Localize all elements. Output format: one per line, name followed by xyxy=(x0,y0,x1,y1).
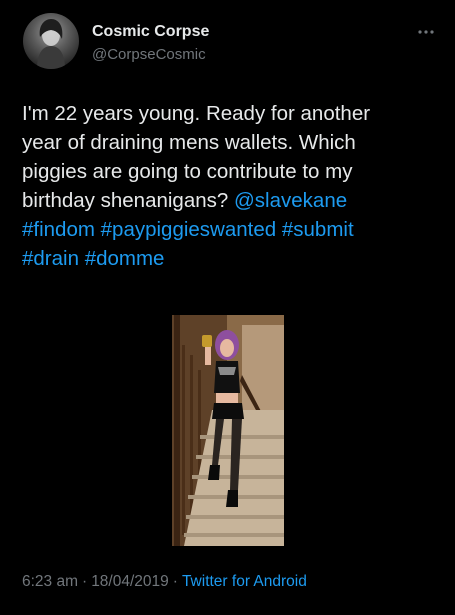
tweet-text-segment: birthday shenanigans? xyxy=(22,189,234,212)
hashtag-link[interactable]: #drain xyxy=(22,247,79,270)
user-handle[interactable]: @CorpseCosmic xyxy=(92,46,206,63)
tweet-time[interactable]: 6:23 am xyxy=(22,573,78,590)
tweet-line: I'm 22 years young. Ready for another xyxy=(22,99,442,128)
tweet-photo[interactable] xyxy=(172,315,284,546)
tweet-line: #findom #paypiggieswanted #submit xyxy=(22,215,442,244)
mention-link[interactable]: @slavekane xyxy=(234,189,347,212)
meta-separator: · xyxy=(172,573,178,590)
tweet-text-segment: I'm 22 years young. Ready for another xyxy=(22,102,371,125)
hashtag-link[interactable]: #findom xyxy=(22,218,95,241)
tweet-source-link[interactable]: Twitter for Android xyxy=(182,573,307,590)
tweet-line: #drain #domme xyxy=(22,244,442,273)
hashtag-link[interactable]: #domme xyxy=(85,247,165,270)
tweet-line: birthday shenanigans? @slavekane xyxy=(22,186,442,215)
meta-separator: · xyxy=(82,573,88,590)
avatar[interactable] xyxy=(23,13,79,69)
display-name[interactable]: Cosmic Corpse xyxy=(92,23,209,41)
tweet-line: year of draining mens wallets. Which xyxy=(22,128,442,157)
hashtag-link[interactable]: #paypiggieswanted xyxy=(101,218,277,241)
tweet-text: I'm 22 years young. Ready for another ye… xyxy=(22,99,442,273)
more-horizontal-icon xyxy=(418,30,434,34)
hashtag-link[interactable]: #submit xyxy=(282,218,354,241)
tweet-line: piggies are going to contribute to my xyxy=(22,157,442,186)
tweet-card: Cosmic Corpse @CorpseCosmic I'm 22 years… xyxy=(0,0,455,615)
tweet-text-segment: piggies are going to contribute to my xyxy=(22,160,353,183)
more-options-button[interactable] xyxy=(410,22,442,42)
tweet-text-segment: year of draining mens wallets. Which xyxy=(22,131,356,154)
tweet-meta: 6:23 am · 18/04/2019 · Twitter for Android xyxy=(22,573,307,591)
tweet-date[interactable]: 18/04/2019 xyxy=(91,573,169,590)
